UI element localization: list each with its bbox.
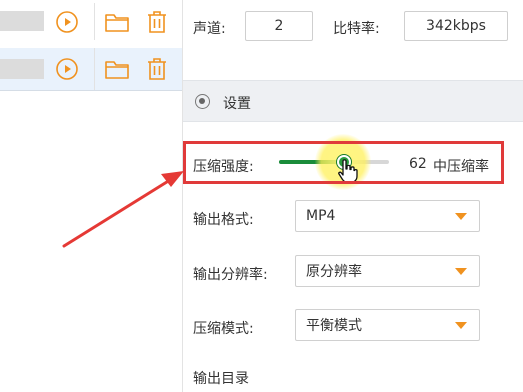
settings-section-header[interactable]: 设置 — [183, 80, 523, 122]
file-row-selected[interactable] — [0, 48, 182, 90]
play-icon[interactable] — [55, 10, 79, 34]
settings-title: 设置 — [223, 96, 251, 112]
annotation-highlight-box — [183, 141, 504, 184]
output-resolution-value: 原分辨率 — [306, 264, 362, 280]
trash-icon[interactable] — [145, 9, 169, 35]
folder-icon[interactable] — [103, 10, 131, 34]
channel-label: 声道: — [193, 21, 226, 37]
compression-mode-select[interactable]: 平衡模式 — [295, 309, 480, 341]
output-format-label: 输出格式: — [193, 212, 254, 228]
output-directory-label: 输出目录 — [193, 371, 249, 387]
file-name-placeholder — [0, 59, 44, 79]
bitrate-label: 比特率: — [333, 21, 380, 37]
dropdown-caret-icon — [455, 322, 467, 329]
channel-field[interactable]: 2 — [245, 11, 313, 41]
output-format-value: MP4 — [306, 208, 336, 224]
output-format-select[interactable]: MP4 — [295, 200, 480, 232]
dropdown-caret-icon — [455, 213, 467, 220]
output-resolution-label: 输出分辨率: — [193, 267, 268, 283]
settings-panel: 声道: 2 比特率: 342kbps 设置 压缩强度: 62 中压缩率 输出格式… — [182, 0, 523, 392]
file-row[interactable] — [0, 3, 182, 40]
output-resolution-select[interactable]: 原分辨率 — [295, 255, 480, 287]
folder-icon[interactable] — [103, 57, 131, 81]
trash-icon[interactable] — [145, 56, 169, 82]
file-name-placeholder — [0, 11, 44, 31]
play-icon[interactable] — [55, 57, 79, 81]
compression-mode-value: 平衡模式 — [306, 318, 362, 334]
file-list — [0, 0, 182, 392]
list-divider — [0, 90, 182, 91]
divider — [94, 48, 95, 90]
compression-mode-label: 压缩模式: — [193, 321, 254, 337]
divider — [94, 3, 95, 40]
radio-icon[interactable] — [195, 94, 210, 109]
bitrate-field[interactable]: 342kbps — [404, 11, 508, 41]
dropdown-caret-icon — [455, 268, 467, 275]
